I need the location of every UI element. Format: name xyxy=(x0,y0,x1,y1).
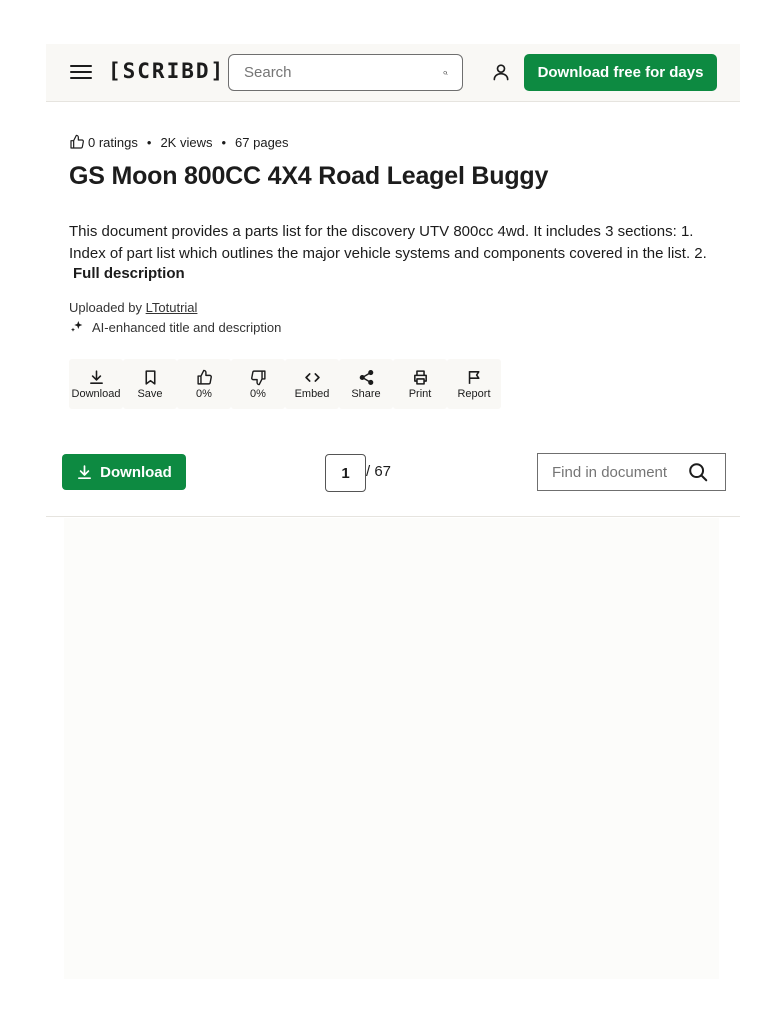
action-print-button[interactable]: Print xyxy=(393,359,447,409)
action-report-button[interactable]: Report xyxy=(447,359,501,409)
meta-separator: • xyxy=(221,134,227,150)
thumbs-up-icon xyxy=(196,369,212,385)
action-label: 0% xyxy=(250,387,266,400)
search-input[interactable] xyxy=(229,55,443,90)
page: [SCRIBD] Download free for days 0 rating… xyxy=(46,44,740,979)
print-icon xyxy=(413,369,427,385)
action-share-button[interactable]: Share xyxy=(339,359,393,409)
flag-icon xyxy=(468,370,480,384)
search-icon[interactable] xyxy=(687,461,709,483)
uploaded-prefix: Uploaded by xyxy=(69,300,142,315)
document-page-preview[interactable] xyxy=(64,518,719,979)
action-label: Download xyxy=(71,387,121,400)
share-icon xyxy=(359,369,373,385)
views-count: 2K views xyxy=(160,134,213,150)
sparkle-icon xyxy=(71,321,83,332)
scribd-logo[interactable]: [SCRIBD] xyxy=(108,59,225,83)
page-number-input[interactable] xyxy=(325,454,366,492)
document-meta: 0 ratings • 2K views • 67 pages xyxy=(69,134,289,150)
full-description-link[interactable]: Full description xyxy=(73,265,185,282)
action-embed-button[interactable]: Embed xyxy=(285,359,339,409)
download-button-label: Download xyxy=(100,463,172,481)
find-in-document xyxy=(537,453,726,491)
action-download-button[interactable]: Download xyxy=(69,359,123,409)
uploaded-by: Uploaded by LTotutrial xyxy=(69,300,197,315)
page-count: 67 pages xyxy=(235,134,289,150)
download-icon xyxy=(89,369,103,384)
document-description: This document provides a parts list for … xyxy=(69,221,719,282)
search-box xyxy=(228,54,463,91)
uploader-link[interactable]: LTotutrial xyxy=(146,300,198,315)
meta-separator: • xyxy=(146,134,152,150)
action-bar: Download Save 0% 0% Embed Share Print Re… xyxy=(69,359,501,409)
menu-icon[interactable] xyxy=(70,65,92,81)
action-label: Save xyxy=(137,387,163,400)
thumbs-down-icon xyxy=(250,369,266,385)
top-header: [SCRIBD] Download free for days xyxy=(46,44,740,102)
document-title: GS Moon 800CC 4X4 Road Leagel Buggy xyxy=(69,162,549,190)
ratings-count[interactable]: 0 ratings xyxy=(88,135,138,150)
user-icon[interactable] xyxy=(491,62,511,82)
page-total: / 67 xyxy=(366,463,392,480)
bookmark-icon xyxy=(144,369,156,385)
search-icon[interactable] xyxy=(443,62,448,84)
code-icon xyxy=(304,372,320,382)
description-text: This document provides a parts list for … xyxy=(69,223,707,262)
ai-note: AI-enhanced title and description xyxy=(69,319,281,335)
action-like-button[interactable]: 0% xyxy=(177,359,231,409)
action-label: Embed xyxy=(294,387,330,400)
action-label: 0% xyxy=(196,387,212,400)
action-label: Print xyxy=(408,387,432,400)
action-dislike-button[interactable]: 0% xyxy=(231,359,285,409)
action-save-button[interactable]: Save xyxy=(123,359,177,409)
thumbs-up-icon xyxy=(70,134,84,149)
action-label: Report xyxy=(457,387,491,400)
action-label: Share xyxy=(351,387,381,400)
download-button[interactable]: Download xyxy=(62,454,186,490)
download-icon xyxy=(78,464,92,479)
download-free-button[interactable]: Download free for days xyxy=(524,54,717,91)
find-input[interactable] xyxy=(538,454,687,490)
ai-note-text: AI-enhanced title and description xyxy=(92,319,282,335)
divider xyxy=(46,516,740,517)
